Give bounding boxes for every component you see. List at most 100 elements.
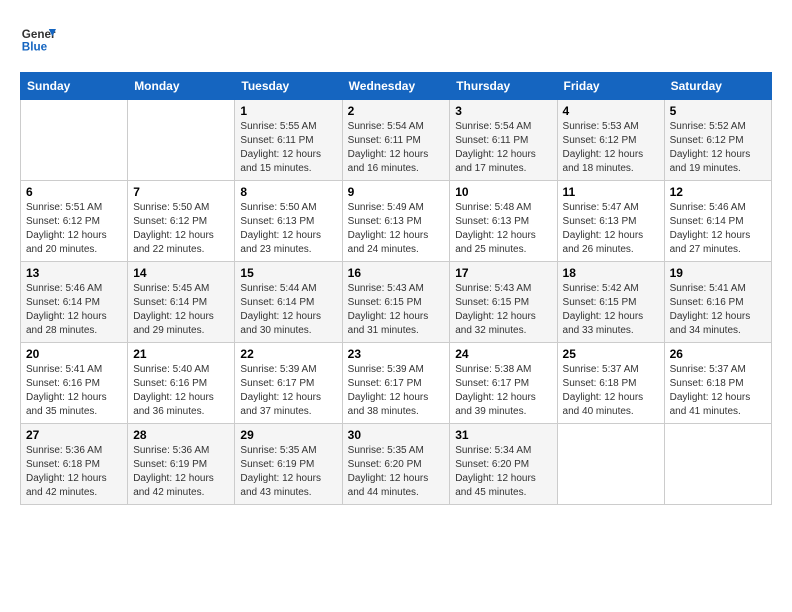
day-number: 1: [240, 104, 336, 118]
day-number: 4: [563, 104, 659, 118]
calendar-cell: 29 Sunrise: 5:35 AM Sunset: 6:19 PM Dayli…: [235, 424, 342, 505]
day-number: 30: [348, 428, 445, 442]
day-info: Sunrise: 5:35 AM Sunset: 6:20 PM Dayligh…: [348, 444, 445, 500]
day-info: Sunrise: 5:50 AM Sunset: 6:13 PM Dayligh…: [240, 201, 336, 257]
calendar-cell: 1 Sunrise: 5:55 AM Sunset: 6:11 PM Daylig…: [235, 100, 342, 181]
calendar-cell: 4Sunrise: 5:53 AM Sunset: 6:12 PM Daylig…: [557, 100, 664, 181]
day-info: Sunrise: 5:34 AM Sunset: 6:20 PM Dayligh…: [455, 444, 551, 500]
day-header-wednesday: Wednesday: [342, 73, 450, 100]
calendar-cell: 24 Sunrise: 5:38 AM Sunset: 6:17 PM Dayli…: [450, 343, 557, 424]
day-info: Sunrise: 5:36 AM Sunset: 6:18 PM Dayligh…: [26, 444, 122, 500]
calendar-cell: [557, 424, 664, 505]
day-number: 18: [563, 266, 659, 280]
day-info: Sunrise: 5:43 AM Sunset: 6:15 PM Dayligh…: [455, 282, 551, 338]
day-number: 9: [348, 185, 445, 199]
calendar-cell: 17 Sunrise: 5:43 AM Sunset: 6:15 PM Dayli…: [450, 262, 557, 343]
day-number: 13: [26, 266, 122, 280]
day-info: Sunrise: 5:35 AM Sunset: 6:19 PM Dayligh…: [240, 444, 336, 500]
day-info: Sunrise: 5:42 AM Sunset: 6:15 PM Dayligh…: [563, 282, 659, 338]
calendar-cell: 7 Sunrise: 5:50 AM Sunset: 6:12 PM Daylig…: [128, 181, 235, 262]
day-number: 15: [240, 266, 336, 280]
calendar-cell: 8 Sunrise: 5:50 AM Sunset: 6:13 PM Daylig…: [235, 181, 342, 262]
day-info: Sunrise: 5:52 AM Sunset: 6:12 PM Dayligh…: [670, 120, 766, 176]
day-info: Sunrise: 5:39 AM Sunset: 6:17 PM Dayligh…: [240, 363, 336, 419]
day-header-friday: Friday: [557, 73, 664, 100]
calendar-cell: 13 Sunrise: 5:46 AM Sunset: 6:14 PM Dayli…: [21, 262, 128, 343]
day-number: 26: [670, 347, 766, 361]
logo: General Blue: [20, 20, 60, 56]
day-info: Sunrise: 5:39 AM Sunset: 6:17 PM Dayligh…: [348, 363, 445, 419]
day-number: 22: [240, 347, 336, 361]
calendar-cell: 2 Sunrise: 5:54 AM Sunset: 6:11 PM Daylig…: [342, 100, 450, 181]
day-number: 5: [670, 104, 766, 118]
day-number: 17: [455, 266, 551, 280]
calendar-cell: 12Sunrise: 5:46 AM Sunset: 6:14 PM Dayli…: [664, 181, 771, 262]
day-info: Sunrise: 5:54 AM Sunset: 6:11 PM Dayligh…: [348, 120, 445, 176]
calendar-cell: 18 Sunrise: 5:42 AM Sunset: 6:15 PM Dayli…: [557, 262, 664, 343]
calendar-cell: 31 Sunrise: 5:34 AM Sunset: 6:20 PM Dayli…: [450, 424, 557, 505]
calendar-cell: 19 Sunrise: 5:41 AM Sunset: 6:16 PM Dayli…: [664, 262, 771, 343]
day-number: 29: [240, 428, 336, 442]
calendar-cell: 23 Sunrise: 5:39 AM Sunset: 6:17 PM Dayli…: [342, 343, 450, 424]
calendar-cell: 5 Sunrise: 5:52 AM Sunset: 6:12 PM Daylig…: [664, 100, 771, 181]
calendar-cell: 6 Sunrise: 5:51 AM Sunset: 6:12 PM Daylig…: [21, 181, 128, 262]
day-info: Sunrise: 5:41 AM Sunset: 6:16 PM Dayligh…: [26, 363, 122, 419]
day-number: 14: [133, 266, 229, 280]
day-info: Sunrise: 5:47 AM Sunset: 6:13 PM Dayligh…: [563, 201, 659, 257]
day-number: 11: [563, 185, 659, 199]
day-number: 28: [133, 428, 229, 442]
day-number: 8: [240, 185, 336, 199]
day-number: 19: [670, 266, 766, 280]
day-number: 16: [348, 266, 445, 280]
day-number: 25: [563, 347, 659, 361]
day-header-monday: Monday: [128, 73, 235, 100]
calendar-cell: 30 Sunrise: 5:35 AM Sunset: 6:20 PM Dayli…: [342, 424, 450, 505]
day-info: Sunrise: 5:45 AM Sunset: 6:14 PM Dayligh…: [133, 282, 229, 338]
day-info: Sunrise: 5:50 AM Sunset: 6:12 PM Dayligh…: [133, 201, 229, 257]
calendar-cell: [664, 424, 771, 505]
calendar-cell: 20Sunrise: 5:41 AM Sunset: 6:16 PM Dayli…: [21, 343, 128, 424]
day-header-sunday: Sunday: [21, 73, 128, 100]
calendar-cell: [21, 100, 128, 181]
day-info: Sunrise: 5:48 AM Sunset: 6:13 PM Dayligh…: [455, 201, 551, 257]
calendar-cell: 27 Sunrise: 5:36 AM Sunset: 6:18 PM Dayli…: [21, 424, 128, 505]
day-number: 24: [455, 347, 551, 361]
calendar-cell: 22 Sunrise: 5:39 AM Sunset: 6:17 PM Dayli…: [235, 343, 342, 424]
calendar-cell: 26 Sunrise: 5:37 AM Sunset: 6:18 PM Dayli…: [664, 343, 771, 424]
logo-icon: General Blue: [20, 20, 56, 56]
calendar-cell: 28Sunrise: 5:36 AM Sunset: 6:19 PM Dayli…: [128, 424, 235, 505]
calendar-cell: 21 Sunrise: 5:40 AM Sunset: 6:16 PM Dayli…: [128, 343, 235, 424]
calendar-cell: 11 Sunrise: 5:47 AM Sunset: 6:13 PM Dayli…: [557, 181, 664, 262]
day-number: 23: [348, 347, 445, 361]
day-number: 3: [455, 104, 551, 118]
svg-text:Blue: Blue: [22, 41, 48, 54]
day-header-saturday: Saturday: [664, 73, 771, 100]
day-number: 27: [26, 428, 122, 442]
day-info: Sunrise: 5:38 AM Sunset: 6:17 PM Dayligh…: [455, 363, 551, 419]
day-info: Sunrise: 5:43 AM Sunset: 6:15 PM Dayligh…: [348, 282, 445, 338]
day-header-thursday: Thursday: [450, 73, 557, 100]
day-info: Sunrise: 5:37 AM Sunset: 6:18 PM Dayligh…: [670, 363, 766, 419]
day-info: Sunrise: 5:55 AM Sunset: 6:11 PM Dayligh…: [240, 120, 336, 176]
page-header: General Blue: [20, 20, 772, 56]
day-info: Sunrise: 5:40 AM Sunset: 6:16 PM Dayligh…: [133, 363, 229, 419]
calendar-cell: 25 Sunrise: 5:37 AM Sunset: 6:18 PM Dayli…: [557, 343, 664, 424]
calendar-table: SundayMondayTuesdayWednesdayThursdayFrid…: [20, 72, 772, 505]
day-header-tuesday: Tuesday: [235, 73, 342, 100]
day-number: 21: [133, 347, 229, 361]
day-number: 2: [348, 104, 445, 118]
day-info: Sunrise: 5:37 AM Sunset: 6:18 PM Dayligh…: [563, 363, 659, 419]
day-info: Sunrise: 5:46 AM Sunset: 6:14 PM Dayligh…: [670, 201, 766, 257]
day-number: 7: [133, 185, 229, 199]
day-info: Sunrise: 5:41 AM Sunset: 6:16 PM Dayligh…: [670, 282, 766, 338]
day-number: 10: [455, 185, 551, 199]
day-number: 31: [455, 428, 551, 442]
day-info: Sunrise: 5:46 AM Sunset: 6:14 PM Dayligh…: [26, 282, 122, 338]
calendar-cell: 15 Sunrise: 5:44 AM Sunset: 6:14 PM Dayli…: [235, 262, 342, 343]
calendar-cell: 16 Sunrise: 5:43 AM Sunset: 6:15 PM Dayli…: [342, 262, 450, 343]
calendar-cell: 14 Sunrise: 5:45 AM Sunset: 6:14 PM Dayli…: [128, 262, 235, 343]
calendar-cell: 10 Sunrise: 5:48 AM Sunset: 6:13 PM Dayli…: [450, 181, 557, 262]
day-info: Sunrise: 5:44 AM Sunset: 6:14 PM Dayligh…: [240, 282, 336, 338]
day-number: 6: [26, 185, 122, 199]
day-info: Sunrise: 5:51 AM Sunset: 6:12 PM Dayligh…: [26, 201, 122, 257]
